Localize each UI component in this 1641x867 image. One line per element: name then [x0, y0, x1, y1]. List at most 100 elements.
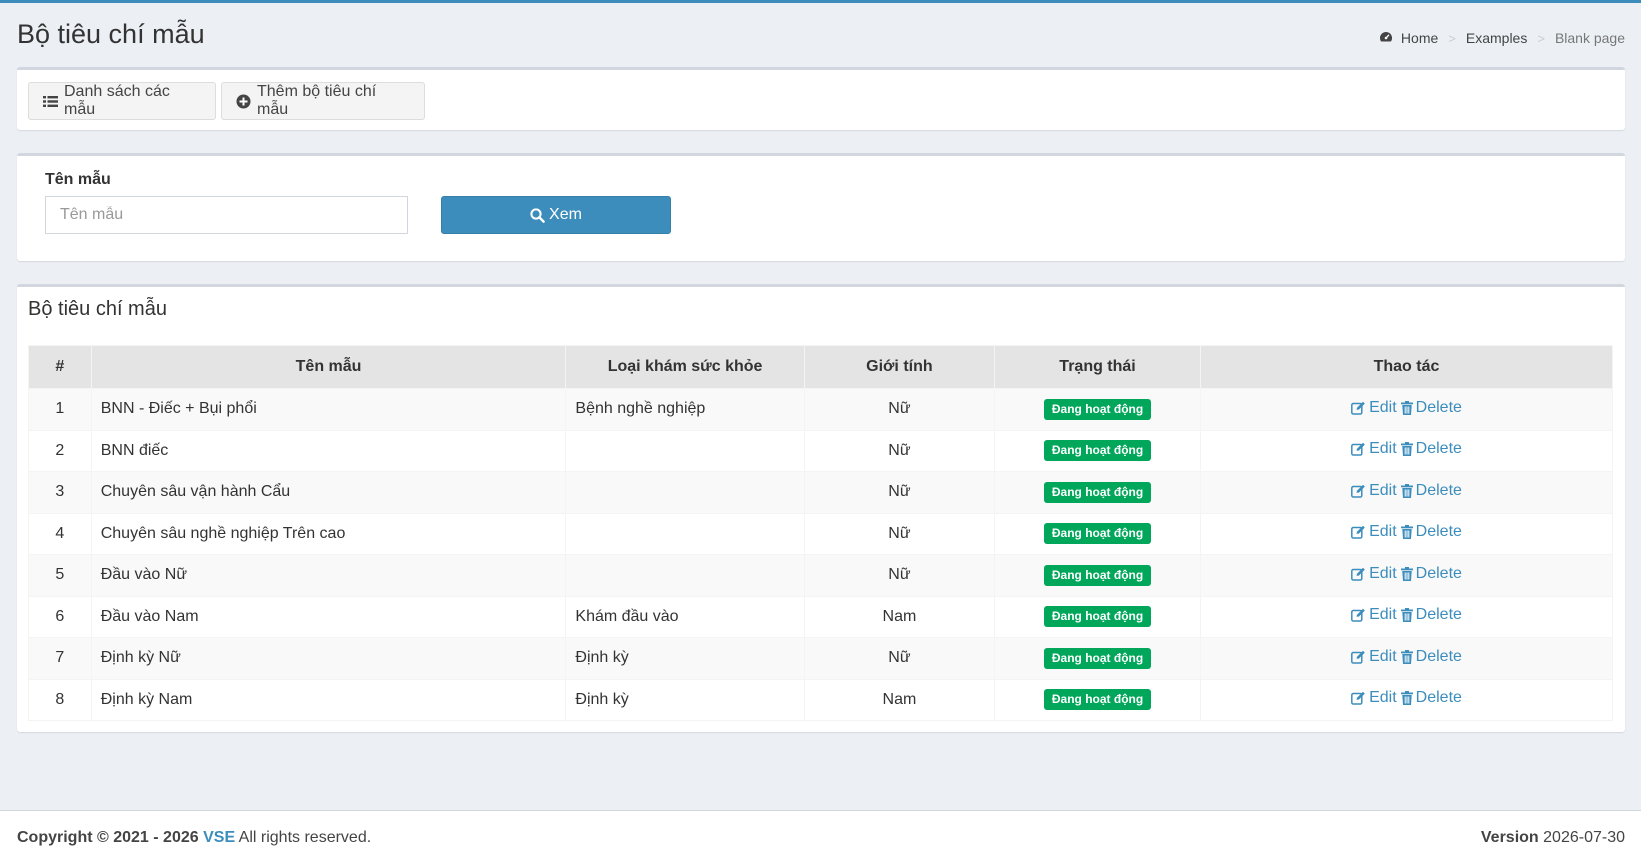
status-cell: Đang hoạt động [994, 388, 1202, 431]
edit-link[interactable]: Edit [1351, 648, 1397, 666]
view-button[interactable]: Xem [441, 196, 671, 234]
breadcrumb-home-link[interactable]: Home [1401, 30, 1438, 46]
add-template-label: Thêm bộ tiêu chí mẫu [257, 83, 377, 118]
column-header-gender: Giới tính [803, 345, 996, 389]
table-row: 3 Chuyên sâu vận hành Cẩu Nữ Đang hoạt động… [28, 471, 1613, 514]
breadcrumb-current: Blank page [1554, 30, 1625, 46]
delete-label: Delete [1415, 523, 1462, 541]
footer: Copyright © 2021 - 2026 VSE All rights r… [0, 810, 1641, 867]
status-badge: Đang hoạt động [1043, 440, 1152, 462]
add-template-button[interactable]: Thêm bộ tiêu chí mẫu [221, 82, 425, 120]
delete-label: Delete [1415, 440, 1462, 458]
gender-cell: Nữ [803, 554, 996, 597]
delete-link[interactable]: Delete [1400, 399, 1462, 417]
row-number: 6 [28, 595, 92, 638]
gender-cell: Nữ [803, 471, 996, 514]
status-cell: Đang hoạt động [994, 595, 1202, 638]
toolbar-box: Danh sách các mẫu Thêm bộ tiêu chí mẫu [17, 67, 1625, 130]
trash-icon [1400, 483, 1413, 498]
row-number: 3 [28, 471, 92, 514]
delete-link[interactable]: Delete [1400, 648, 1462, 666]
delete-label: Delete [1415, 481, 1462, 499]
trash-icon [1400, 566, 1413, 581]
breadcrumb-examples-link[interactable]: Examples [1466, 30, 1527, 46]
actions-cell: Edit Delete [1200, 554, 1613, 597]
exam-type-cell [565, 471, 805, 514]
exam-type-cell: Định kỳ [565, 678, 805, 721]
delete-link[interactable]: Delete [1400, 523, 1462, 541]
footer-version: Version 2026-07-30 [1481, 829, 1625, 847]
breadcrumb: Home > Examples > Blank page [1379, 30, 1625, 46]
delete-label: Delete [1415, 564, 1462, 582]
edit-link[interactable]: Edit [1351, 565, 1397, 583]
template-name-input[interactable] [45, 196, 408, 234]
breadcrumb-separator: > [1537, 30, 1545, 46]
copyright-text: Copyright © 2021 - 2026 [17, 829, 199, 846]
edit-icon [1351, 442, 1366, 456]
status-cell: Đang hoạt động [994, 429, 1202, 472]
gender-cell: Nữ [803, 512, 996, 555]
status-badge: Đang hoạt động [1043, 564, 1152, 586]
table-row: 8 Định kỳ Nam Định kỳ Nam Đang hoạt động Edit… [28, 678, 1613, 721]
edit-icon [1351, 608, 1366, 622]
table-row: 7 Định kỳ Nữ Định kỳ Nữ Đang hoạt động Edit De… [28, 637, 1613, 680]
gender-cell: Nữ [803, 388, 996, 431]
edit-link[interactable]: Edit [1351, 482, 1397, 500]
column-header-type: Loại khám sức khỏe [565, 345, 805, 389]
status-badge: Đang hoạt động [1043, 606, 1152, 628]
brand-link[interactable]: VSE [203, 829, 235, 846]
edit-link[interactable]: Edit [1351, 399, 1397, 417]
status-cell: Đang hoạt động [994, 471, 1202, 514]
delete-label: Delete [1415, 606, 1462, 624]
template-name-cell: Chuyên sâu nghề nghiệp Trên cao [90, 512, 567, 555]
edit-link[interactable]: Edit [1351, 523, 1397, 541]
row-number: 8 [28, 678, 92, 721]
edit-label: Edit [1369, 689, 1397, 707]
template-name-cell: BNN - Điếc + Bụi phổi [90, 388, 567, 431]
templates-table: # Tên mẫu Loại khám sức khỏe Giới tính T… [28, 345, 1613, 721]
gender-cell: Nam [803, 595, 996, 638]
breadcrumb-separator: > [1448, 30, 1456, 46]
trash-icon [1400, 525, 1413, 540]
search-icon [530, 207, 545, 223]
delete-label: Delete [1415, 689, 1462, 707]
edit-icon [1351, 525, 1366, 539]
edit-label: Edit [1369, 523, 1397, 541]
template-name-label: Tên mẫu [45, 171, 111, 188]
list-templates-button[interactable]: Danh sách các mẫu [28, 82, 216, 120]
gender-cell: Nữ [803, 637, 996, 680]
edit-icon [1351, 567, 1366, 581]
edit-link[interactable]: Edit [1351, 689, 1397, 707]
page-title: Bộ tiêu chí mẫu [17, 19, 205, 49]
delete-link[interactable]: Delete [1400, 689, 1462, 707]
exam-type-cell: Định kỳ [565, 637, 805, 680]
view-button-label: Xem [549, 206, 582, 223]
delete-link[interactable]: Delete [1400, 564, 1462, 583]
exam-type-cell: Bệnh nghề nghiệp [565, 388, 805, 431]
footer-copyright: Copyright © 2021 - 2026 VSE All rights r… [17, 829, 371, 847]
content-header: Bộ tiêu chí mẫu Home > Examples > Blank … [0, 3, 1641, 65]
status-cell: Đang hoạt động [994, 512, 1202, 555]
column-header-number: # [28, 345, 92, 389]
version-value: 2026-07-30 [1543, 829, 1625, 846]
templates-box: Bộ tiêu chí mẫu # Tên mẫu Loại khám sức … [17, 284, 1625, 732]
version-label: Version [1480, 829, 1539, 846]
table-row: 1 BNN - Điếc + Bụi phổi Bệnh nghề nghiệp Nữ… [28, 388, 1613, 431]
actions-cell: Edit Delete [1200, 678, 1613, 721]
column-header-name: Tên mẫu [90, 345, 567, 389]
template-name-cell: Đầu vào Nữ [90, 554, 567, 597]
gender-cell: Nam [803, 678, 996, 721]
edit-icon [1351, 650, 1366, 664]
edit-link[interactable]: Edit [1351, 440, 1397, 458]
trash-icon [1400, 691, 1413, 706]
actions-cell: Edit Delete [1200, 471, 1613, 514]
edit-link[interactable]: Edit [1351, 606, 1397, 624]
status-cell: Đang hoạt động [994, 554, 1202, 597]
row-number: 1 [28, 388, 92, 431]
delete-link[interactable]: Delete [1400, 440, 1462, 458]
exam-type-cell: Khám đầu vào [565, 595, 805, 638]
delete-link[interactable]: Delete [1400, 481, 1462, 500]
delete-link[interactable]: Delete [1400, 606, 1462, 624]
list-templates-label: Danh sách các mẫu [64, 83, 170, 118]
trash-icon [1400, 442, 1413, 457]
